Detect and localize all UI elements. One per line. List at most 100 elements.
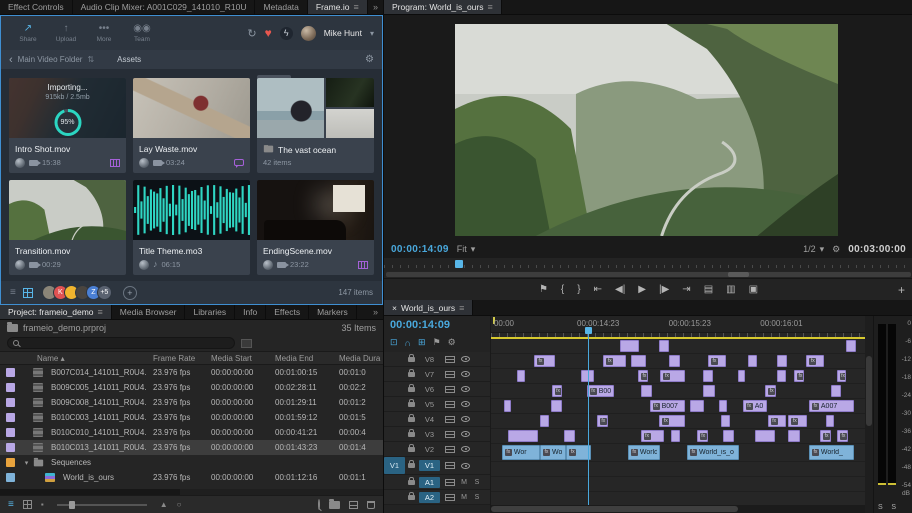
tab-effects[interactable]: Effects [266,305,309,319]
add-marker-icon[interactable]: ⚑ [433,337,441,348]
asset-card[interactable]: EndingScene.mov23:22 [257,180,374,275]
solo-button[interactable]: S [473,478,481,486]
timeline-clip[interactable] [703,370,713,382]
timeline-clip[interactable] [669,355,680,367]
timeline-clip[interactable] [631,355,646,367]
track-target-a2[interactable]: A2 [419,492,440,503]
timeline-clip[interactable]: fxWo [540,445,566,460]
gear-icon[interactable]: ⚙ [365,54,374,65]
timeline-clip[interactable] [738,370,745,382]
lift-button[interactable]: ▤ [704,285,713,295]
user-name[interactable]: Mike Hunt [324,28,362,38]
timeline-clip[interactable]: fx [566,445,591,460]
tab-media-browser[interactable]: Media Browser [112,305,186,319]
program-video-frame[interactable] [455,24,838,236]
timeline-playhead[interactable] [588,333,589,505]
timeline-clip[interactable]: fx [659,415,684,427]
track-target-v5[interactable]: V5 [419,399,440,410]
track-output-eye-icon[interactable] [461,401,470,407]
source-patch-v8[interactable] [384,352,405,366]
lock-icon[interactable] [408,372,415,377]
timeline-clip[interactable] [721,415,730,427]
extract-button[interactable]: ▥ [726,285,735,295]
track-output-eye-icon[interactable] [461,386,470,392]
team-button[interactable]: ◉◉Team [123,24,161,43]
timeline-settings-icon[interactable]: ⚙ [448,337,456,348]
timeline-clip[interactable] [540,415,550,427]
label-color-cell[interactable] [0,443,20,452]
automate-to-sequence-icon[interactable]: ○ [177,500,182,509]
table-row[interactable]: B009C005_141011_R0U4.23.976 fps00:00:00:… [0,380,383,395]
sync-lock-icon[interactable] [445,446,455,453]
sync-lock-icon[interactable] [445,462,455,469]
timeline-vscrollbar[interactable] [865,316,873,513]
program-timecode[interactable]: 00:00:14:09 [391,244,449,255]
timeline-clip[interactable] [620,340,639,352]
timeline-clip[interactable]: fx [806,355,824,367]
table-header[interactable]: Name ▴ Frame Rate Media Start Media End … [0,351,383,365]
track-output-eye-icon[interactable] [461,371,470,377]
share-button[interactable]: ↗Share [9,24,47,43]
asset-card[interactable]: Importing...915kb / 2.5mb95%Intro Shot.m… [9,78,126,173]
timeline-clip[interactable] [831,385,840,397]
track-target-v8[interactable]: V8 [419,354,440,365]
tab-overflow-icon[interactable]: » [368,305,383,319]
lock-icon[interactable] [408,495,415,500]
track-output-eye-icon[interactable] [461,463,470,469]
asset-card[interactable]: Title Theme.mo3♪06:15 [133,180,250,275]
step-forward-button[interactable]: |▶ [659,285,669,295]
linked-selection-icon[interactable]: ⊞ [418,337,426,348]
track-target-v7[interactable]: V7 [419,369,440,380]
source-patch-a2[interactable] [384,490,405,504]
tab-overflow-icon[interactable]: » [368,0,383,14]
sync-lock-icon[interactable] [445,356,455,363]
source-patch-v3[interactable] [384,427,405,441]
label-color-cell[interactable] [0,473,20,482]
solo-button[interactable]: S [878,504,883,511]
list-view-icon[interactable]: ≡ [10,287,16,298]
timeline-clip[interactable]: fxB007 [650,400,686,412]
source-patch-v7[interactable] [384,367,405,381]
more-button[interactable]: •••More [85,24,123,43]
table-row[interactable]: B009C008_141011_R0U4.23.976 fps00:00:00:… [0,395,383,410]
user-avatar[interactable] [301,26,316,41]
track-target-v6[interactable]: V6 [419,384,440,395]
panel-menu-icon[interactable]: ≡ [98,307,103,317]
bin-path[interactable]: frameio_demo.prproj [23,323,106,333]
zoom-level-dropdown[interactable]: Fit▾ [457,244,476,255]
list-view-icon[interactable]: ≡ [8,499,14,510]
track-target-v1[interactable]: V1 [419,460,440,471]
new-item-icon[interactable] [349,501,358,509]
label-color-cell[interactable] [0,458,20,467]
add-collaborator-button[interactable]: + [123,286,137,300]
tab-audio-clip-mixer-a001c029-141010-r10u[interactable]: Audio Clip Mixer: A001C029_141010_R10U [73,0,256,14]
new-bin-icon[interactable] [329,501,340,509]
timeline-hscrollbar[interactable] [491,505,865,513]
timeline-clip[interactable] [748,355,757,367]
snap-icon[interactable]: ∩ [405,338,411,348]
timeline-clip[interactable]: fx [765,385,775,397]
timeline-clip[interactable] [703,385,714,397]
play-button[interactable]: ▶ [638,285,646,295]
track-target-v2[interactable]: V2 [419,444,440,455]
mark-out-button[interactable]: } [577,285,580,295]
sort-icon[interactable]: ⇅ [87,55,94,64]
timeline-clip[interactable]: fxA0 [743,400,768,412]
program-scrollbar[interactable] [384,271,912,278]
heart-icon[interactable]: ♥ [265,26,272,40]
timeline-clip[interactable] [641,385,652,397]
panel-menu-icon[interactable]: ≡ [488,2,493,12]
find-icon[interactable] [318,500,320,509]
comment-icon[interactable] [234,159,244,166]
timeline-clip[interactable]: fxWorld [628,445,661,460]
tab-sequence[interactable]: × World_is_ours ≡ [384,300,473,315]
timeline-clip[interactable] [777,370,786,382]
go-to-in-button[interactable]: ⇤ [594,285,602,295]
track-output-eye-icon[interactable] [461,356,470,362]
tab-effect-controls[interactable]: Effect Controls [0,0,73,14]
track-target-a1[interactable]: A1 [419,477,440,488]
table-row[interactable]: B010C010_141011_R0U4.23.976 fps00:00:00:… [0,425,383,440]
timeline-clip[interactable]: fx [534,355,555,367]
refresh-icon[interactable]: ↻ [247,27,256,40]
timeline-clip[interactable]: fxWorld_ [809,445,854,460]
